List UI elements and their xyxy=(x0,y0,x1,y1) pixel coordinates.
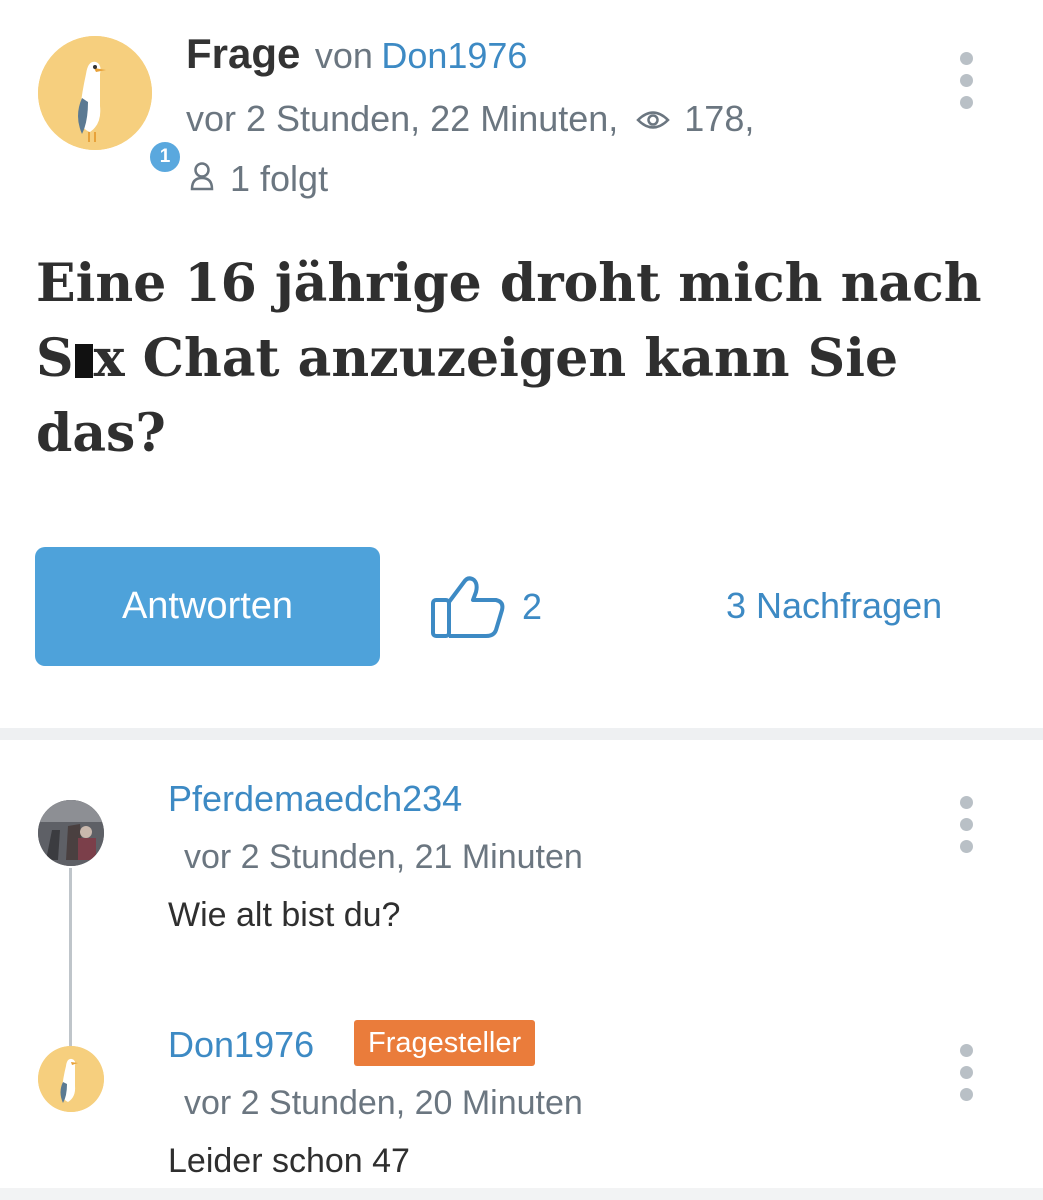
comment-avatar[interactable] xyxy=(38,1046,104,1112)
question-title-line-2: Sx Chat anzuzeigen kann Sie xyxy=(36,321,996,396)
thumbs-up-icon xyxy=(431,576,505,638)
question-author-link[interactable]: Don1976 xyxy=(381,35,527,76)
comment-more-icon[interactable] xyxy=(958,1044,974,1101)
bottom-divider xyxy=(0,1188,1043,1200)
seagull-icon xyxy=(38,36,152,150)
question-time: vor 2 Stunden, 22 Minuten, xyxy=(186,98,619,139)
censor-block xyxy=(74,344,93,378)
section-divider xyxy=(0,728,1043,740)
view-count: 178, xyxy=(684,98,755,139)
question-title-line-1: Eine 16 jährige droht mich nach xyxy=(36,253,982,314)
like-count: 2 xyxy=(522,586,543,627)
level-badge: 1 xyxy=(146,138,184,176)
comment-time: vor 2 Stunden, 20 Minuten xyxy=(184,1084,583,1122)
follow-count: 1 folgt xyxy=(230,158,329,199)
seagull-icon xyxy=(38,1046,104,1112)
photo-avatar-icon xyxy=(38,800,104,866)
comment-author-link[interactable]: Pferdemaedch234 xyxy=(168,778,462,820)
title-segment: x Chat anzuzeigen kann Sie xyxy=(93,328,899,389)
question-type-label: Frage xyxy=(186,30,301,77)
question-meta: vor 2 Stunden, 22 Minuten, 178, xyxy=(186,98,754,140)
comment-more-icon[interactable] xyxy=(958,796,974,853)
question-header: Frage von Don1976 xyxy=(186,30,527,78)
follow-info[interactable]: 1 folgt xyxy=(186,158,328,200)
comment-author-link[interactable]: Don1976 xyxy=(168,1024,314,1066)
comment-avatar[interactable] xyxy=(38,800,104,866)
by-label: von xyxy=(314,35,373,76)
comment-text: Leider schon 47 xyxy=(168,1142,410,1180)
question-title: Eine 16 jährige droht mich nach Sx Chat … xyxy=(36,246,996,471)
person-icon xyxy=(190,158,214,200)
answer-button[interactable]: Antworten xyxy=(35,547,380,666)
question-title-line-3: das? xyxy=(36,403,166,464)
title-segment: S xyxy=(36,328,74,389)
comment-time: vor 2 Stunden, 21 Minuten xyxy=(184,838,583,876)
asker-badge: Fragesteller xyxy=(354,1020,536,1066)
comment-text: Wie alt bist du? xyxy=(168,896,401,934)
question-more-icon[interactable] xyxy=(958,52,974,109)
author-avatar[interactable]: 1 xyxy=(38,36,184,176)
eye-icon xyxy=(636,98,671,140)
like-button[interactable]: 2 xyxy=(430,574,542,640)
followups-link[interactable]: 3 Nachfragen xyxy=(726,585,942,627)
thread-line xyxy=(69,868,72,1046)
question-card: 1 Frage von Don1976 vor 2 Stunden, 22 Mi… xyxy=(0,0,1043,728)
